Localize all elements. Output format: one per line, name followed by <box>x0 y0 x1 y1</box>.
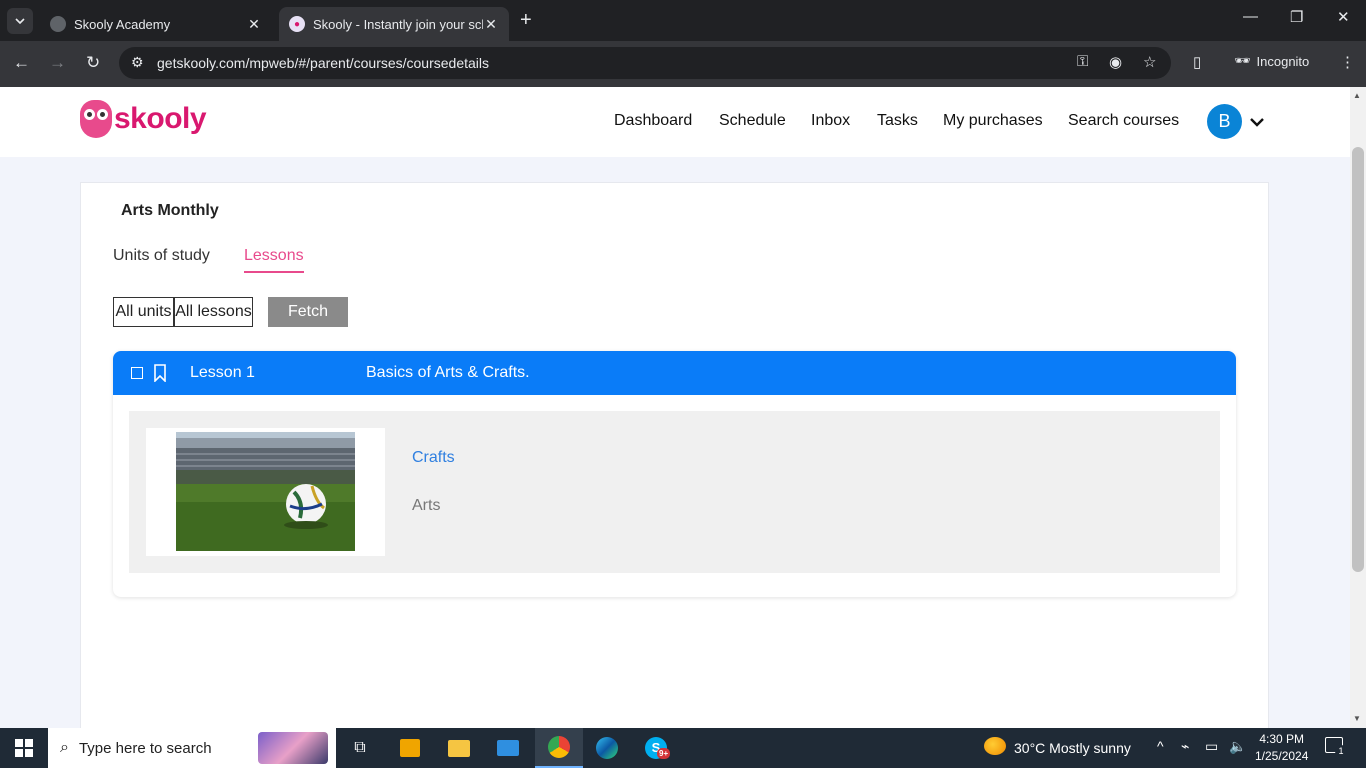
tab-search-button[interactable] <box>7 8 33 34</box>
globe-icon <box>50 16 66 32</box>
forward-button[interactable]: → <box>49 53 66 73</box>
lessons-select[interactable]: All lessons <box>174 297 253 327</box>
task-view-icon[interactable]: ⧉ <box>342 728 378 768</box>
tab-lessons[interactable]: Lessons <box>244 247 304 273</box>
user-avatar[interactable]: B <box>1207 104 1242 139</box>
nav-my-purchases[interactable]: My purchases <box>943 112 1043 130</box>
tab-title: Skooly Academy <box>74 16 171 32</box>
scroll-up-arrow-icon[interactable]: ▲ <box>1353 91 1361 100</box>
edge-icon[interactable] <box>589 728 625 768</box>
skype-icon[interactable]: S 9+ <box>637 728 675 768</box>
nav-tasks[interactable]: Tasks <box>877 112 918 130</box>
page-scrollbar-thumb[interactable] <box>1352 147 1364 572</box>
notification-count: 1 <box>1335 745 1347 757</box>
minimize-window-button[interactable]: — <box>1243 8 1258 25</box>
notifications-icon[interactable]: 1 <box>1325 737 1347 757</box>
clock-date: 1/25/2024 <box>1255 749 1309 763</box>
search-highlight-image-icon <box>258 732 328 764</box>
fetch-button[interactable]: Fetch <box>268 297 348 327</box>
nav-inbox[interactable]: Inbox <box>811 112 850 130</box>
incognito-indicator[interactable]: 🕶 Incognito <box>1234 53 1309 69</box>
nav-dashboard[interactable]: Dashboard <box>614 112 692 130</box>
incognito-icon: 🕶 <box>1234 53 1251 68</box>
back-button[interactable]: ← <box>13 53 30 73</box>
file-explorer-icon[interactable] <box>441 728 477 768</box>
taskbar-clock[interactable]: 4:30 PM 1/25/2024 <box>1255 731 1308 765</box>
close-tab-icon[interactable]: ✕ <box>483 16 499 33</box>
chrome-taskbar-icon[interactable] <box>535 728 583 768</box>
scroll-down-arrow-icon[interactable]: ▼ <box>1353 714 1361 723</box>
clock-time: 4:30 PM <box>1259 732 1305 746</box>
course-title: Arts Monthly <box>121 202 219 219</box>
new-tab-button[interactable]: + <box>520 10 532 30</box>
tracking-protection-eye-icon[interactable]: ◉ <box>1109 53 1122 71</box>
weather-text[interactable]: 30°C Mostly sunny <box>1014 740 1131 756</box>
taskbar-search-box[interactable]: ⌕ Type here to search <box>48 728 336 768</box>
bookmark-star-icon[interactable]: ☆ <box>1143 53 1156 71</box>
browser-tab-skooly-join[interactable]: ● Skooly - Instantly join your scho ✕ <box>279 7 509 41</box>
mail-icon[interactable] <box>490 728 526 768</box>
battery-icon[interactable]: ▭ <box>1205 738 1218 755</box>
side-panel-icon[interactable]: ▯ <box>1193 53 1201 71</box>
browser-menu-icon[interactable]: ⋮ <box>1340 53 1355 71</box>
taskbar-search-placeholder: Type here to search <box>78 739 212 757</box>
lesson-number: Lesson 1 <box>190 364 255 381</box>
lesson-header[interactable] <box>113 351 1236 395</box>
incognito-label: Incognito <box>1256 53 1310 69</box>
skooly-logo[interactable]: skooly <box>80 100 207 138</box>
lesson-category-link[interactable]: Crafts <box>412 449 455 467</box>
restore-window-button[interactable]: ❐ <box>1290 8 1303 26</box>
tab-title: Skooly - Instantly join your scho <box>313 16 483 32</box>
nav-schedule[interactable]: Schedule <box>719 112 786 130</box>
skype-badge: 9+ <box>657 748 671 759</box>
weather-icon[interactable] <box>984 737 1006 758</box>
microsoft-store-icon[interactable] <box>392 728 428 768</box>
network-icon[interactable]: ⌁ <box>1181 738 1189 755</box>
account-menu-chevron-icon[interactable] <box>1249 114 1265 132</box>
url-text[interactable]: getskooly.com/mpweb/#/parent/courses/cou… <box>157 55 489 71</box>
show-hidden-icons-chevron-icon[interactable]: ^ <box>1157 738 1164 754</box>
browser-tab-skooly-academy[interactable]: Skooly Academy ✕ <box>40 7 272 41</box>
windows-start-button[interactable] <box>0 728 48 768</box>
site-info-icon[interactable]: ⚙ <box>131 54 144 71</box>
chevron-down-icon <box>15 18 25 24</box>
tab-units-of-study[interactable]: Units of study <box>113 247 210 265</box>
bookmark-icon[interactable] <box>153 364 167 382</box>
owl-logo-icon <box>80 100 112 138</box>
lesson-name: Basics of Arts & Crafts. <box>366 364 530 381</box>
lesson-checkbox[interactable] <box>131 367 143 379</box>
password-key-icon[interactable]: ⚿ <box>1077 53 1088 70</box>
windows-logo-icon <box>15 739 33 757</box>
volume-muted-icon[interactable]: 🔈 <box>1229 738 1246 755</box>
soccer-ball-stadium-icon <box>176 432 355 551</box>
search-icon: ⌕ <box>60 739 69 756</box>
units-select[interactable]: All units <box>113 297 174 327</box>
nav-search-courses[interactable]: Search courses <box>1068 112 1179 130</box>
reload-button[interactable]: ↻ <box>86 53 100 73</box>
close-tab-icon[interactable]: ✕ <box>246 16 262 33</box>
lesson-subject: Arts <box>412 497 441 514</box>
close-window-button[interactable]: ✕ <box>1337 8 1350 26</box>
logo-text: skooly <box>114 102 207 135</box>
lesson-thumbnail-image[interactable] <box>176 432 355 551</box>
skooly-owl-favicon-icon: ● <box>289 16 305 32</box>
